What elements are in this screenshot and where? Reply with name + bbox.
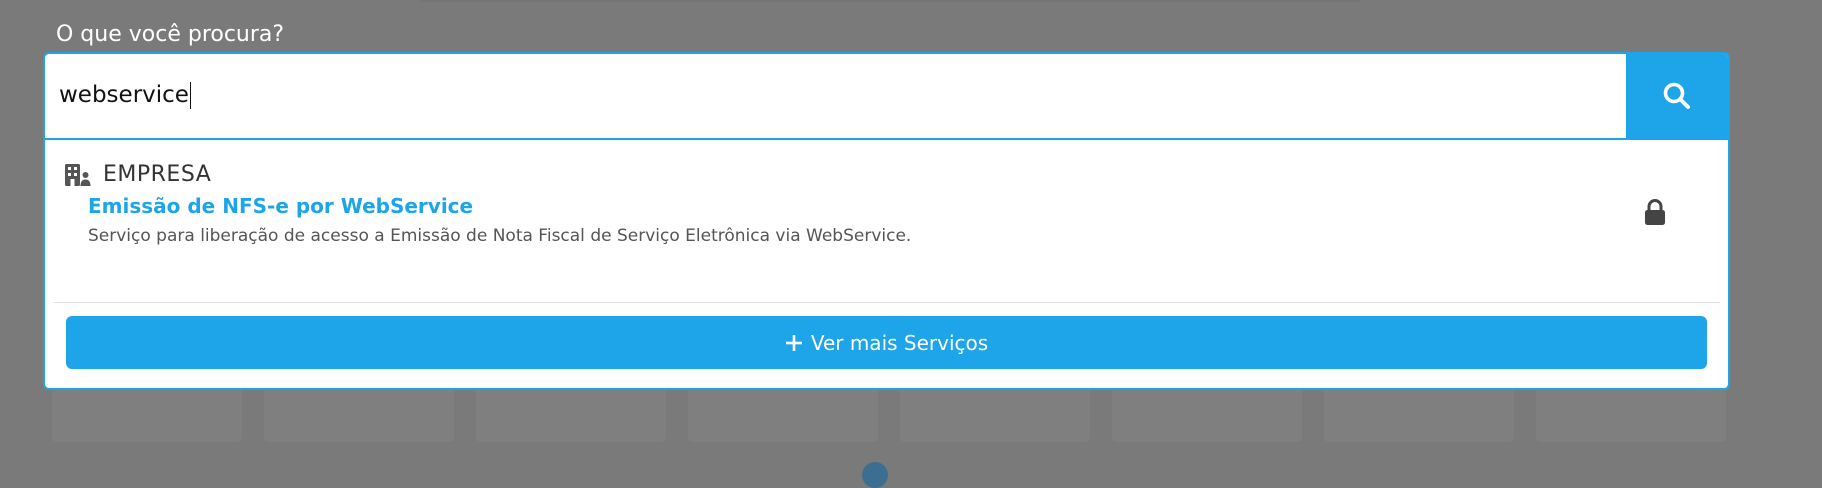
background-cards [52, 388, 1726, 442]
category-label: EMPRESA [103, 162, 212, 187]
background-indicator [862, 462, 888, 488]
background-header [420, 0, 1360, 2]
background-card [264, 388, 454, 442]
see-more-services-label: Ver mais Serviços [810, 330, 989, 355]
background-card [1324, 388, 1514, 442]
building-user-icon [65, 163, 91, 186]
background-card [1112, 388, 1302, 442]
see-more-services-button[interactable]: Ver mais Serviços [66, 316, 1707, 369]
search-input-value: webservice [59, 82, 189, 108]
search-bar: webservice [45, 54, 1728, 140]
search-label: O que você procura? [56, 22, 285, 47]
text-caret [189, 82, 191, 109]
lock-icon [1645, 199, 1665, 225]
result-category: EMPRESA [65, 162, 211, 187]
search-icon [1663, 82, 1690, 109]
background-card [900, 388, 1090, 442]
search-button[interactable] [1626, 54, 1728, 138]
search-input[interactable]: webservice [59, 82, 191, 109]
background-card [52, 388, 242, 442]
result-description: Serviço para liberação de acesso a Emiss… [88, 226, 912, 246]
result-lock [1644, 199, 1666, 229]
background-card [476, 388, 666, 442]
divider [53, 302, 1720, 303]
search-panel: webservice EMPRESA Emissão de NFS-e por … [43, 52, 1730, 390]
background-card [1536, 388, 1726, 442]
plus-icon [785, 334, 802, 351]
background-card [688, 388, 878, 442]
result-title-link[interactable]: Emissão de NFS-e por WebService [88, 194, 473, 218]
